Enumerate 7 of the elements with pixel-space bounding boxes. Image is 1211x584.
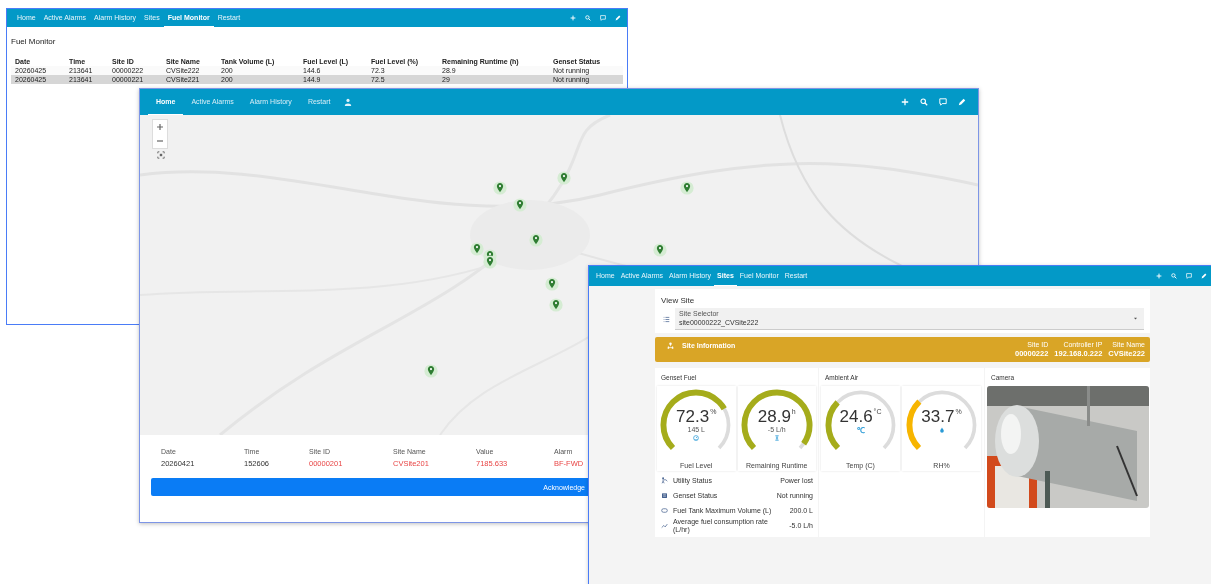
gauge-value: 33.7 [921,408,955,426]
gauge-symbol: ℃ [856,426,865,435]
gauge-value: 24.6 [839,408,873,426]
gauge-value: 72.3 [676,408,710,426]
page-title: Fuel Monitor [10,36,57,46]
page-title: View Site [661,296,696,305]
gauge-value: 28.9 [757,408,791,426]
